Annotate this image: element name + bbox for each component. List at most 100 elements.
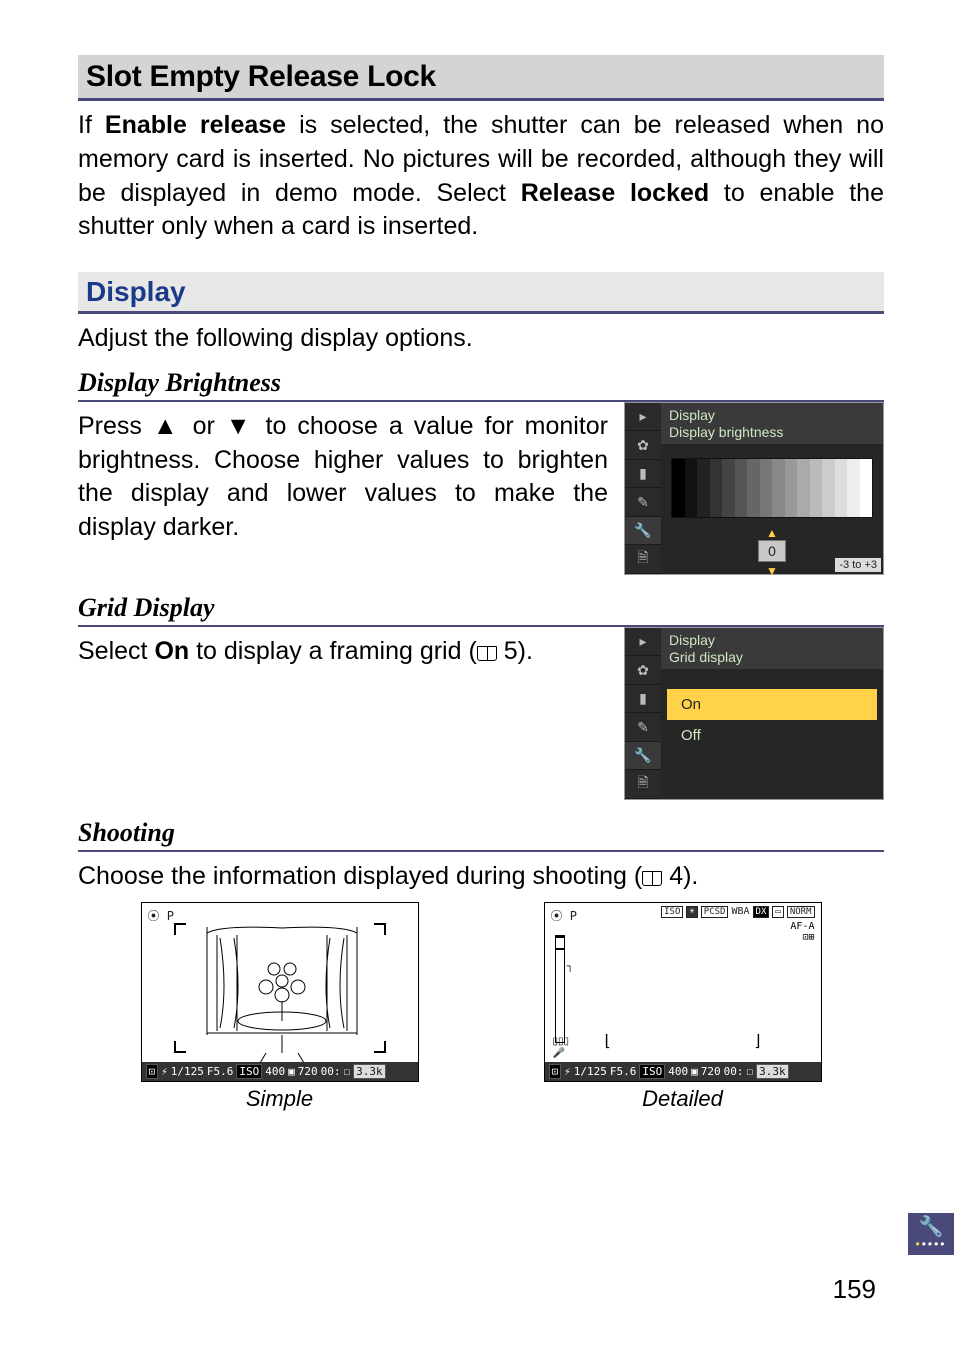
bracket-icon: ⌋ [754, 1031, 760, 1051]
lcd-tab-recent-icon: 🗎 [625, 770, 661, 799]
sb-ev-icon: ▣ [691, 1065, 698, 1078]
sb-count: 720 [298, 1065, 318, 1078]
subsection-display-brightness: Display Brightness [78, 368, 884, 402]
page-ref: 5 [504, 637, 518, 665]
sb-count: 720 [701, 1065, 721, 1078]
af-area-icon: ⊡⊞ [790, 932, 814, 943]
text: Press [78, 412, 153, 440]
lcd-brightness-preview: ▸ ✿ ▮ ✎ 🔧 🗎 Display Display brightness [624, 402, 884, 575]
text: ). [518, 637, 533, 665]
lcd-tab-playback-icon: ▸ [625, 628, 661, 657]
wrench-icon: 🔧 [919, 1217, 944, 1237]
subsection-grid-display: Grid Display [78, 593, 884, 627]
viewfinder-detailed: ⦿ P ISO ☀ PCSD WBA DX ▭ NORM AF-A ⊡⊞ [544, 902, 822, 1082]
bracket-icon [374, 923, 386, 935]
badge-size-icon: ▭ [772, 906, 783, 918]
caption-detailed: Detailed [642, 1086, 723, 1112]
shooting-body: Choose the information displayed during … [78, 860, 884, 894]
batt-icon: ▯▯▯ [553, 1036, 570, 1047]
sb-shutter: 1/125 [574, 1065, 607, 1078]
lcd-brightness-value: 0 [758, 540, 786, 562]
grid-body: Select On to display a framing grid ( 5)… [78, 635, 608, 669]
bracket-icon: ⌊ [605, 1031, 611, 1051]
lcd-tab-playback-icon: ▸ [625, 403, 661, 432]
sb-bolt-icon: ⚡ [564, 1065, 571, 1078]
text: If [78, 111, 105, 139]
lcd-grid-preview: ▸ ✿ ▮ ✎ 🔧 🗎 Display Grid display On Off [624, 627, 884, 800]
mode-label: P [570, 909, 577, 923]
sb-fnum: F5.6 [207, 1065, 234, 1078]
bracket-icon [374, 1041, 386, 1053]
viewfinder-simple: ⦿ P [141, 902, 419, 1082]
section-title-slot-empty: Slot Empty Release Lock [78, 55, 884, 101]
mic-icon: 🎤 [553, 1048, 565, 1059]
lcd-tab-retouch-icon: ✎ [625, 713, 661, 742]
lcd-tab-movie-icon: ▮ [625, 460, 661, 489]
rec-icon: ⦿ [551, 909, 563, 923]
slot-empty-body: If Enable release is selected, the shutt… [78, 109, 884, 244]
badge-dx: DX [753, 906, 770, 918]
brightness-body: Press ▲ or ▼ to choose a value for monit… [78, 410, 608, 545]
af-mode: AF-A [790, 921, 814, 932]
text: Choose the information displayed during … [78, 862, 642, 890]
caption-simple: Simple [246, 1086, 313, 1112]
lcd-tab-recent-icon: 🗎 [625, 545, 661, 574]
lcd-title-1: Display [669, 632, 875, 650]
page-ref: 4 [669, 862, 683, 890]
lcd-down-icon: ▼ [766, 564, 778, 578]
display-intro: Adjust the following display options. [78, 322, 884, 356]
sb-batt: 3.3k [353, 1064, 386, 1079]
histogram-mark: ┐ [567, 961, 574, 972]
page-number: 159 [833, 1274, 876, 1305]
subsection-shooting: Shooting [78, 818, 884, 852]
sb-fnum: F5.6 [610, 1065, 637, 1078]
thumb-tab-setup: 🔧 ••••• [908, 1213, 954, 1255]
page-ref-icon [642, 871, 662, 886]
text: to display a framing grid ( [189, 637, 477, 665]
text: or [182, 412, 226, 440]
bold-on: On [154, 637, 189, 665]
badge-norm: NORM [787, 906, 815, 918]
page-ref-icon [477, 646, 497, 661]
lcd-tab-setup-icon: 🔧 [625, 742, 661, 771]
lcd-tab-shooting-icon: ✿ [625, 431, 661, 460]
lcd-tab-shooting-icon: ✿ [625, 656, 661, 685]
lcd-title-2: Display brightness [669, 424, 875, 442]
text: ). [683, 862, 698, 890]
sb-shutter: 1/125 [171, 1065, 204, 1078]
badge-iso: ISO [661, 906, 683, 918]
lcd-option-on: On [667, 689, 877, 720]
bold-enable-release: Enable release [105, 111, 286, 139]
sb-isoicon: ISO [639, 1064, 665, 1079]
bracket-icon [174, 1041, 186, 1053]
sb-sd-icon: ☐ [747, 1065, 754, 1078]
lcd-range: -3 to +3 [835, 558, 881, 572]
sb-ev-icon: ▣ [288, 1065, 295, 1078]
lcd-option-off: Off [667, 720, 877, 751]
bracket-icon [174, 923, 186, 935]
sb-sd-icon: ☐ [344, 1065, 351, 1078]
sb-iso: 400 [265, 1065, 285, 1078]
preview-simple: ⦿ P [141, 902, 419, 1112]
sb-isoicon: ISO [236, 1064, 262, 1079]
status-bar: ⊡ ⚡ 1/125 F5.6 ISO 400 ▣ 720 00: ☐ 3.3k [545, 1062, 821, 1081]
sb-time: 00: [321, 1065, 341, 1078]
sb-af-icon: ⊡ [549, 1064, 562, 1079]
badge-exp-icon: ☀ [686, 906, 697, 918]
lcd-tab-movie-icon: ▮ [625, 685, 661, 714]
sb-bolt-icon: ⚡ [161, 1065, 168, 1078]
bold-release-locked: Release locked [521, 179, 709, 207]
up-arrow-icon: ▲ [153, 412, 182, 440]
badge-wb: WBA [731, 906, 749, 917]
tab-dots-icon: ••••• [915, 1237, 946, 1251]
preview-detailed: ⦿ P ISO ☀ PCSD WBA DX ▭ NORM AF-A ⊡⊞ [544, 902, 822, 1112]
lcd-up-icon: ▲ [766, 526, 778, 540]
down-arrow-icon: ▼ [226, 412, 255, 440]
histogram [555, 935, 565, 1043]
badge-picsd: PCSD [701, 906, 729, 918]
section-title-display: Display [78, 272, 884, 314]
lcd-tab-setup-icon: 🔧 [625, 517, 661, 546]
status-bar: ⊡ ⚡ 1/125 F5.6 ISO 400 ▣ 720 00: ☐ 3.3k [142, 1062, 418, 1081]
sb-batt: 3.3k [756, 1064, 789, 1079]
sb-iso: 400 [668, 1065, 688, 1078]
